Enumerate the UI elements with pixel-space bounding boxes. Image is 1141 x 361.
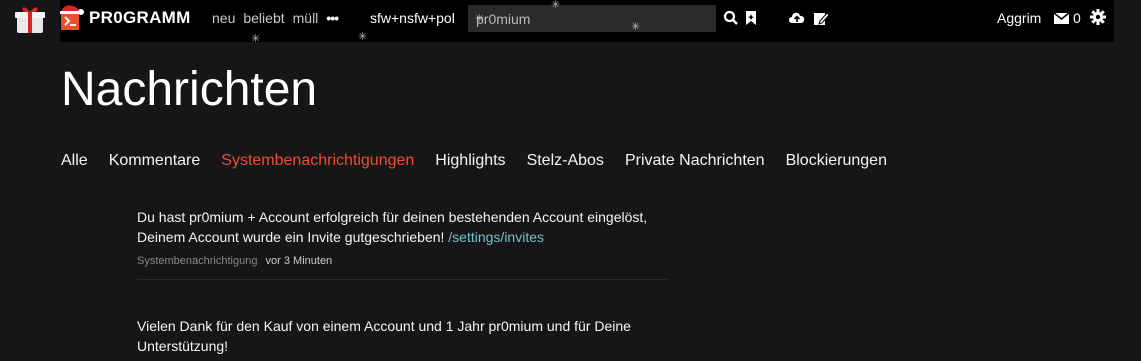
- message-tabs: Alle Kommentare Systembenachrichtigungen…: [61, 152, 908, 170]
- message-text: Vielen Dank für den Kauf von einem Accou…: [137, 318, 631, 354]
- inbox[interactable]: 0: [1054, 10, 1081, 26]
- nav-muell[interactable]: müll: [293, 10, 319, 26]
- logo-text: PR0GRAMM: [89, 8, 191, 27]
- message-meta: Systembenachrichtigung vor 3 Minuten: [137, 251, 667, 271]
- search-input[interactable]: [468, 5, 716, 32]
- snowflake-icon: ✳: [475, 13, 485, 25]
- page-title: Nachrichten: [61, 63, 318, 116]
- tab-alle[interactable]: Alle: [61, 152, 88, 170]
- message-category: Systembenachrichtigung: [137, 255, 258, 267]
- snowflake-icon: ✳: [551, 0, 561, 11]
- settings-invites-link[interactable]: /settings/invites: [448, 229, 544, 245]
- snowflake-icon: ✳: [251, 33, 261, 45]
- message-item: Du hast pr0mium + Account erfolgreich fü…: [137, 207, 667, 271]
- logo-icon: [60, 5, 84, 30]
- search-icon[interactable]: [723, 10, 739, 26]
- nav-neu[interactable]: neu: [212, 10, 235, 26]
- tab-blockierungen[interactable]: Blockierungen: [786, 152, 887, 170]
- mail-icon: [1054, 12, 1069, 24]
- bookmark-icon[interactable]: [743, 10, 759, 26]
- tab-stelz-abos[interactable]: Stelz-Abos: [527, 152, 604, 170]
- message-divider: [137, 279, 667, 280]
- message-text: Du hast pr0mium + Account erfolgreich fü…: [137, 209, 648, 245]
- top-bar: PR0GRAMM neu beliebt müll ••• sfw+nsfw+p…: [0, 0, 1141, 45]
- snowflake-icon: ✳: [631, 21, 641, 33]
- content-filter[interactable]: sfw+nsfw+pol: [370, 10, 455, 26]
- gift-icon[interactable]: [14, 4, 46, 34]
- tab-kommentare[interactable]: Kommentare: [109, 152, 201, 170]
- nav-beliebt[interactable]: beliebt: [243, 10, 284, 26]
- gear-icon[interactable]: [1090, 9, 1106, 25]
- more-menu-icon[interactable]: •••: [326, 10, 339, 26]
- tab-private-nachrichten[interactable]: Private Nachrichten: [625, 152, 765, 170]
- tab-highlights[interactable]: Highlights: [435, 152, 505, 170]
- tab-systembenachrichtigungen[interactable]: Systembenachrichtigungen: [221, 152, 414, 170]
- edit-icon[interactable]: [813, 10, 829, 26]
- upload-icon[interactable]: [788, 10, 806, 26]
- message-item: Vielen Dank für den Kauf von einem Accou…: [137, 316, 667, 356]
- main-nav: neu beliebt müll •••: [212, 10, 346, 26]
- message-time: vor 3 Minuten: [265, 255, 333, 267]
- snowflake-icon: ✳: [358, 31, 368, 43]
- user-name[interactable]: Aggrim: [997, 10, 1041, 26]
- inbox-count: 0: [1073, 10, 1081, 26]
- logo[interactable]: PR0GRAMM: [57, 0, 191, 36]
